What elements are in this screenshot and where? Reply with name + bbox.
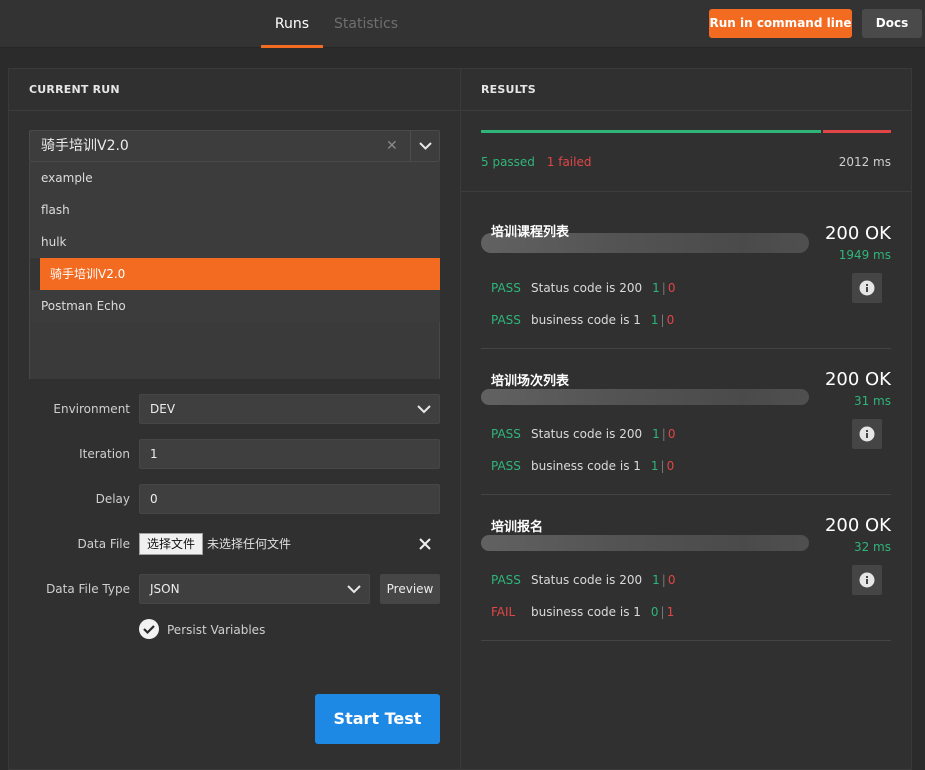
collection-select[interactable]: 骑手培训V2.0 ✕ (29, 130, 440, 162)
environment-label: Environment (53, 402, 130, 416)
request-name: 培训场次列表 (491, 374, 570, 389)
request-name: 培训课程列表 (491, 225, 570, 240)
test-result-row: PASS Status code is 200 1 | 0 (491, 427, 676, 441)
fail-count: 0 (666, 459, 675, 473)
iteration-label: Iteration (79, 447, 130, 461)
environment-value: DEV (150, 402, 176, 416)
current-run-panel: CURRENT RUN 骑手培训V2.0 ✕ example flash hul… (8, 68, 460, 770)
info-icon[interactable] (852, 273, 882, 303)
chevron-down-icon (347, 575, 361, 603)
info-icon[interactable] (852, 419, 882, 449)
file-status: 未选择任何文件 (207, 537, 292, 551)
dropdown-option-flash[interactable]: flash (30, 194, 440, 226)
fail-count: 0 (667, 427, 676, 441)
pass-count: 1 (652, 427, 660, 441)
tab-runs[interactable]: Runs (261, 0, 323, 48)
close-icon[interactable] (415, 533, 435, 555)
test-result: PASS (491, 281, 521, 295)
divider (461, 191, 911, 192)
test-name: business code is 1 (531, 459, 641, 473)
request-result: 培训课程列表 200 OK 1949 ms PASS Status code is… (481, 203, 891, 349)
response-status: 200 OK (824, 515, 891, 536)
test-result: PASS (491, 459, 521, 473)
test-name: Status code is 200 (531, 281, 643, 295)
results-summary: 5 passed 1 failed (481, 155, 591, 169)
persist-variables-label: Persist Variables (167, 623, 266, 637)
data-file-label: Data File (77, 537, 130, 551)
start-test-button[interactable]: Start Test (315, 694, 440, 744)
test-result: PASS (491, 573, 521, 587)
response-time: 32 ms (853, 540, 891, 554)
current-run-header: CURRENT RUN (9, 69, 460, 111)
dropdown-option-example[interactable]: example (30, 162, 440, 194)
choose-file-button[interactable]: 选择文件 (139, 533, 203, 555)
test-result-row: FAIL business code is 1 0 | 1 (491, 605, 675, 619)
top-bar: Runs Statistics Run in command line Docs (0, 0, 925, 48)
run-in-command-line-button[interactable]: Run in command line (709, 9, 852, 38)
preview-button[interactable]: Preview (380, 574, 440, 604)
pass-count: 1 (652, 281, 660, 295)
pass-progress-bar (481, 130, 821, 133)
docs-button[interactable]: Docs (862, 9, 922, 38)
response-time: 1949 ms (838, 248, 891, 262)
test-result-row: PASS Status code is 200 1 | 0 (491, 573, 676, 587)
total-time: 2012 ms (838, 155, 891, 169)
failed-count: 1 failed (546, 155, 592, 169)
request-result: 培训报名 200 OK 32 ms PASS Status code is 200… (481, 495, 891, 641)
pass-count: 0 (650, 605, 659, 619)
response-status: 200 OK (824, 223, 891, 244)
redacted-url (481, 535, 809, 551)
response-time: 31 ms (853, 394, 891, 408)
test-name: business code is 1 (531, 313, 641, 327)
data-file-type-label: Data File Type (46, 582, 130, 596)
chevron-down-icon[interactable] (411, 131, 440, 161)
test-result: FAIL (491, 605, 516, 619)
test-result-row: PASS business code is 1 1 | 0 (491, 313, 675, 327)
test-name: Status code is 200 (531, 573, 643, 587)
environment-select[interactable]: DEV (139, 394, 440, 424)
dropdown-option-hulk[interactable]: hulk (30, 226, 440, 258)
iteration-input[interactable]: 1 (139, 439, 440, 469)
collection-selected-value: 骑手培训V2.0 (41, 138, 129, 154)
clear-icon[interactable]: ✕ (386, 131, 398, 162)
redacted-url (481, 389, 809, 405)
dropdown-option-postman-echo[interactable]: Postman Echo (30, 290, 440, 322)
delay-input[interactable]: 0 (139, 484, 440, 514)
dropdown-empty-area (30, 322, 439, 379)
fail-count: 0 (667, 573, 676, 587)
test-name: Status code is 200 (531, 427, 643, 441)
request-result: 培训场次列表 200 OK 31 ms PASS Status code is 2… (481, 349, 891, 495)
fail-progress-bar (823, 130, 891, 133)
test-result-row: PASS Status code is 200 1 | 0 (491, 281, 676, 295)
fail-count: 1 (666, 605, 675, 619)
pass-count: 1 (650, 313, 659, 327)
pass-count: 1 (650, 459, 659, 473)
info-icon[interactable] (852, 565, 882, 595)
check-icon[interactable] (139, 619, 159, 639)
pass-count: 1 (652, 573, 660, 587)
test-name: business code is 1 (531, 605, 641, 619)
results-panel: RESULTS 5 passed 1 failed 2012 ms 培训课程列表… (460, 68, 912, 770)
test-result-row: PASS business code is 1 1 | 0 (491, 459, 675, 473)
fail-count: 0 (666, 313, 675, 327)
test-result: PASS (491, 313, 521, 327)
dropdown-option-selected[interactable]: 骑手培训V2.0 (40, 258, 440, 290)
delay-label: Delay (95, 492, 130, 506)
passed-count: 5 passed (481, 155, 535, 169)
test-result: PASS (491, 427, 521, 441)
collection-dropdown: example flash hulk 骑手培训V2.0 Postman Echo (29, 162, 440, 379)
request-name: 培训报名 (491, 520, 544, 535)
chevron-down-icon (417, 395, 431, 423)
response-status: 200 OK (824, 369, 891, 390)
fail-count: 0 (667, 281, 676, 295)
results-header: RESULTS (461, 69, 911, 111)
data-file-type-select[interactable]: JSON (139, 574, 370, 604)
tab-statistics[interactable]: Statistics (332, 0, 400, 48)
data-file-type-value: JSON (150, 582, 180, 596)
